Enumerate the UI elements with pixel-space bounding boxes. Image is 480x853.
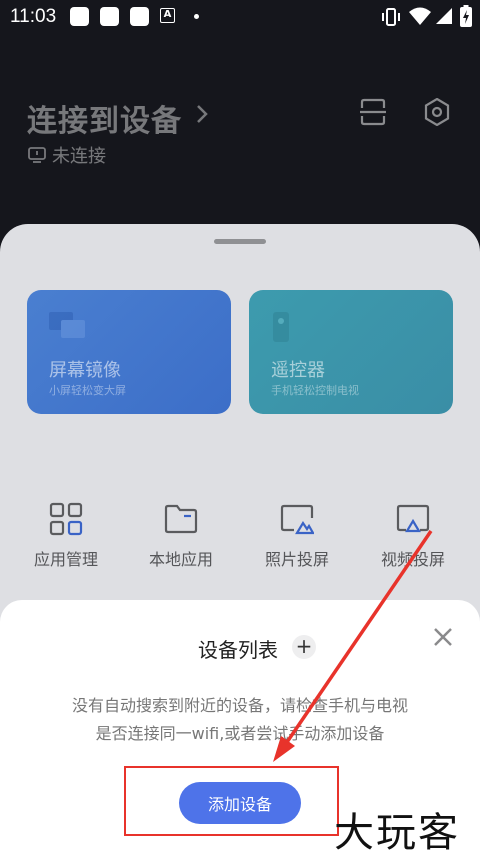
annotation-arrow bbox=[273, 530, 433, 762]
watermark: 大玩客 bbox=[334, 810, 460, 853]
